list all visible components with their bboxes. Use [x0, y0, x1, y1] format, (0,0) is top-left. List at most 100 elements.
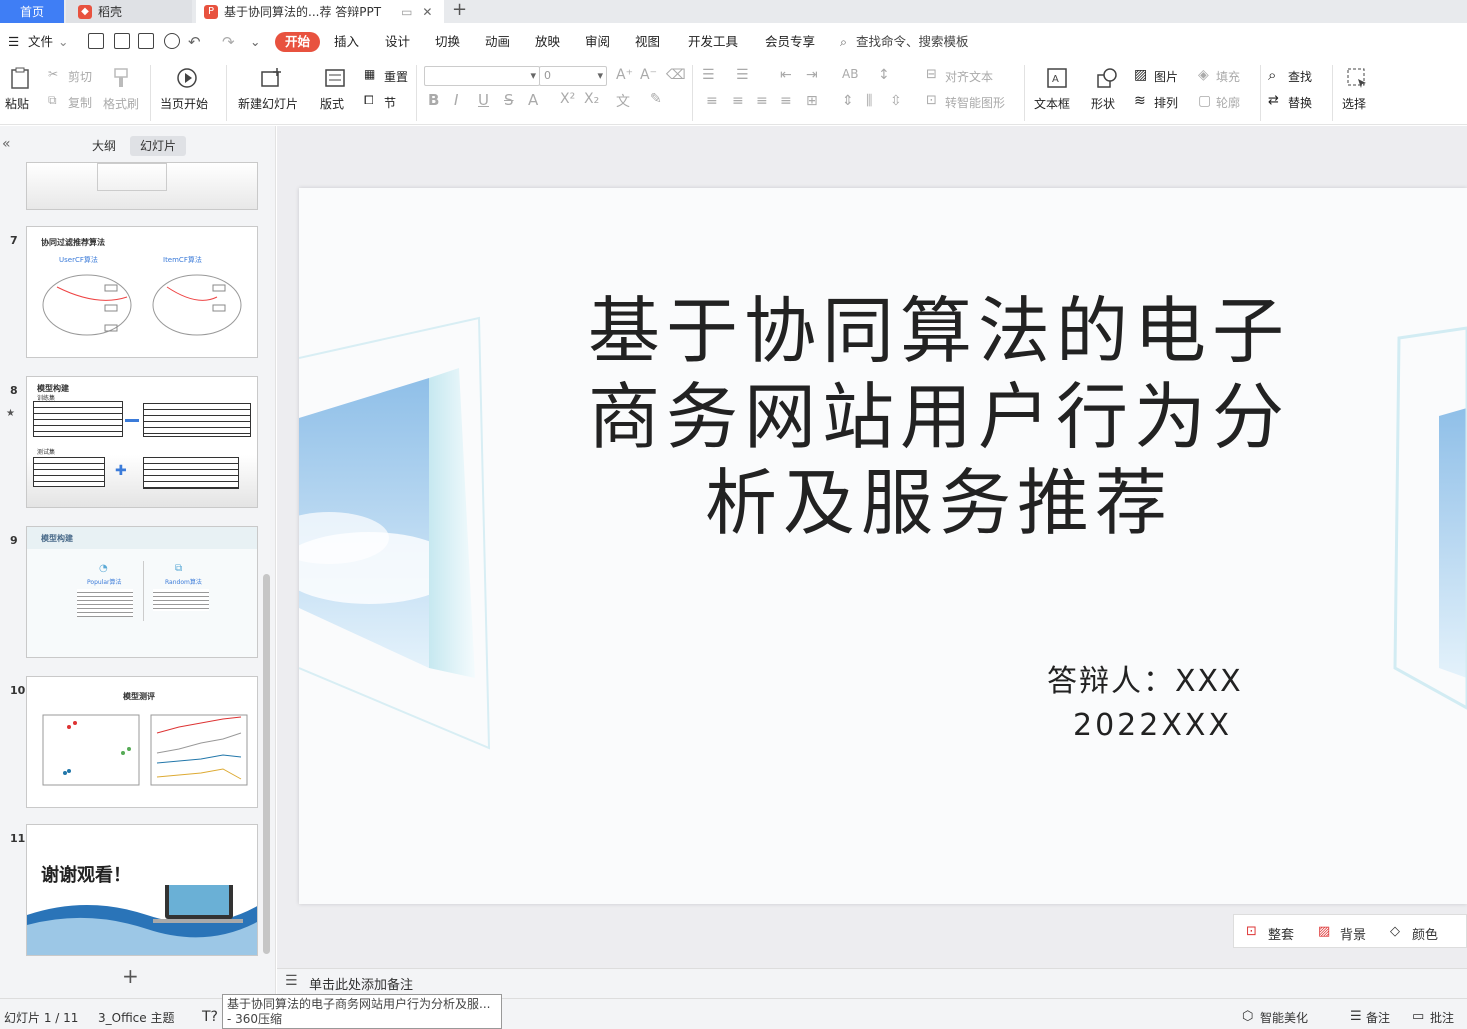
- menu-design[interactable]: 设计: [385, 32, 410, 52]
- menu-animation[interactable]: 动画: [485, 32, 510, 52]
- numbered-list-icon[interactable]: ☰: [736, 67, 749, 83]
- column-icon[interactable]: ⫼: [866, 93, 872, 109]
- notes-toggle-button[interactable]: 备注: [1366, 1009, 1390, 1026]
- find-button[interactable]: 查找: [1288, 68, 1312, 85]
- slide-date[interactable]: 2022XXX: [1073, 708, 1232, 743]
- menu-start[interactable]: 开始: [275, 32, 321, 52]
- whole-set-button[interactable]: 整套: [1268, 924, 1294, 943]
- slide-presenter[interactable]: 答辩人：XXX: [1047, 656, 1243, 700]
- outline-button[interactable]: 轮廓: [1216, 94, 1240, 111]
- close-icon[interactable]: ✕: [422, 5, 432, 19]
- highlight-icon[interactable]: ✎: [650, 91, 662, 107]
- divider: [416, 65, 417, 121]
- select-button[interactable]: 选择: [1342, 95, 1366, 112]
- new-slide-button[interactable]: 新建幻灯片: [238, 95, 298, 112]
- cut-button[interactable]: 剪切: [68, 68, 92, 85]
- align-right-icon[interactable]: ≡: [756, 93, 768, 109]
- arrange-button[interactable]: 排列: [1154, 94, 1178, 111]
- add-slide-button[interactable]: +: [122, 964, 139, 988]
- background-button[interactable]: 背景: [1340, 924, 1366, 943]
- menu-insert[interactable]: 插入: [334, 32, 359, 52]
- more-icon[interactable]: ⌄: [250, 32, 260, 52]
- outdent-icon[interactable]: ⇤: [780, 67, 792, 83]
- bold-icon[interactable]: B: [428, 91, 439, 109]
- text-direction-icon[interactable]: AB: [842, 67, 858, 81]
- slide-title[interactable]: 基于协同算法的电子商务网站用户行为分析及服务推荐: [569, 288, 1309, 546]
- slide-thumbnail-8[interactable]: 模型构建 训练集 测试集 ✚: [26, 376, 258, 508]
- panel-scrollbar[interactable]: [263, 574, 270, 954]
- line-spacing-icon[interactable]: ↕: [878, 67, 890, 83]
- paragraph-spacing-icon[interactable]: ⇕: [842, 93, 854, 109]
- clear-format-icon[interactable]: ⌫: [666, 67, 686, 83]
- fill-button[interactable]: 填充: [1216, 68, 1240, 85]
- chevron-down-icon[interactable]: ⌄: [58, 32, 68, 52]
- hamburger-icon[interactable]: ☰: [8, 32, 19, 52]
- color-button[interactable]: 颜色: [1412, 924, 1438, 943]
- tab-slides[interactable]: 幻灯片: [130, 136, 187, 156]
- copy-button[interactable]: 复制: [68, 94, 92, 111]
- menu-view[interactable]: 视图: [635, 32, 660, 52]
- font-color-icon[interactable]: A: [528, 91, 538, 109]
- tab-daoke[interactable]: ◆ 稻壳: [66, 0, 192, 23]
- align-center-icon[interactable]: ≡: [732, 93, 744, 109]
- reset-button[interactable]: 重置: [384, 68, 408, 85]
- command-search[interactable]: 查找命令、搜索模板: [856, 32, 969, 52]
- current-slide[interactable]: 基于协同算法的电子商务网站用户行为分析及服务推荐 答辩人：XXX 2022XXX: [299, 188, 1467, 904]
- slide-thumbnail-7[interactable]: 协同过滤推荐算法 UserCF算法 ItemCF算法: [26, 226, 258, 358]
- save-icon[interactable]: [88, 33, 104, 49]
- shape-button[interactable]: 形状: [1091, 95, 1115, 112]
- layout-button[interactable]: 版式: [320, 95, 344, 112]
- pin-icon[interactable]: ▭: [401, 5, 412, 19]
- format-painter-button[interactable]: 格式刷: [103, 95, 139, 112]
- proofing-icon[interactable]: T?: [202, 1009, 218, 1025]
- tab-home[interactable]: 首页: [0, 0, 64, 23]
- phonetic-icon[interactable]: 文: [616, 91, 630, 111]
- align-left-icon[interactable]: ≡: [706, 93, 718, 109]
- beautify-button[interactable]: 智能美化: [1260, 1009, 1308, 1026]
- distribute-icon[interactable]: ⊞: [806, 93, 818, 109]
- collapse-icon[interactable]: «: [2, 136, 11, 152]
- undo-icon[interactable]: ↶: [188, 32, 201, 52]
- menu-vip[interactable]: 会员专享: [765, 32, 815, 52]
- tab-outline[interactable]: 大纲: [82, 136, 126, 156]
- font-grow-icon[interactable]: A⁺: [616, 67, 633, 83]
- menu-file[interactable]: 文件: [28, 32, 53, 52]
- textbox-button[interactable]: 文本框: [1034, 95, 1070, 112]
- picture-button[interactable]: 图片: [1154, 68, 1178, 85]
- spacing-icon[interactable]: ⇳: [890, 93, 902, 109]
- comment-button[interactable]: 批注: [1430, 1009, 1454, 1026]
- justify-icon[interactable]: ≡: [780, 93, 792, 109]
- strikethrough-icon[interactable]: S: [504, 91, 514, 109]
- align-text-button[interactable]: 对齐文本: [945, 68, 993, 85]
- subscript-icon[interactable]: X₂: [584, 91, 599, 107]
- smart-shape-button[interactable]: 转智能图形: [945, 94, 1005, 111]
- slide-thumbnail-9[interactable]: 模型构建 ◔ ⧉ Popular算法 Random算法: [26, 526, 258, 658]
- tab-document[interactable]: P 基于协同算法的...荐 答辩PPT ▭ ✕: [196, 0, 444, 23]
- notes-placeholder[interactable]: 单击此处添加备注: [309, 974, 413, 993]
- slide-thumbnail-10[interactable]: 模型测评: [26, 676, 258, 808]
- section-button[interactable]: 节: [384, 94, 396, 111]
- underline-icon[interactable]: U: [478, 91, 489, 109]
- menu-review[interactable]: 审阅: [585, 32, 610, 52]
- italic-icon[interactable]: I: [454, 91, 458, 109]
- print-icon[interactable]: [138, 33, 154, 49]
- redo-icon[interactable]: ↷: [222, 32, 235, 52]
- menu-slideshow[interactable]: 放映: [535, 32, 560, 52]
- slide-thumbnail-6[interactable]: [26, 162, 258, 210]
- replace-button[interactable]: 替换: [1288, 94, 1312, 111]
- menu-transition[interactable]: 切换: [435, 32, 460, 52]
- font-shrink-icon[interactable]: A⁻: [640, 67, 657, 83]
- preview-icon[interactable]: [164, 33, 180, 49]
- indent-icon[interactable]: ⇥: [806, 67, 818, 83]
- from-current-button[interactable]: 当页开始: [160, 95, 208, 112]
- menu-developer[interactable]: 开发工具: [688, 32, 738, 52]
- superscript-icon[interactable]: X²: [560, 91, 575, 107]
- font-size-select[interactable]: 0 ▾: [539, 66, 607, 86]
- bullet-list-icon[interactable]: ☰: [702, 67, 715, 83]
- export-icon[interactable]: [114, 33, 130, 49]
- slide-thumbnail-11[interactable]: 谢谢观看！: [26, 824, 258, 956]
- new-tab-button[interactable]: +: [452, 0, 467, 23]
- theme-name[interactable]: 3_Office 主题: [98, 1009, 174, 1026]
- paste-button[interactable]: 粘贴: [5, 95, 29, 112]
- font-family-select[interactable]: ▾: [424, 66, 540, 86]
